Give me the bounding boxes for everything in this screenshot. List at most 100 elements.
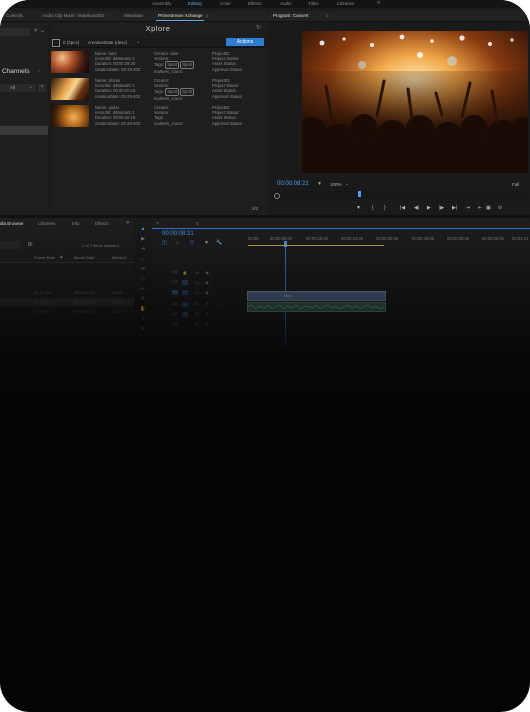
table-row[interactable]: 25.97 fps 00:00:00:00 00:00 bbox=[0, 308, 134, 316]
wrench-icon[interactable]: 🔧 bbox=[216, 240, 222, 246]
program-video-frame[interactable] bbox=[302, 31, 528, 173]
razor-tool-icon[interactable]: ◇ bbox=[139, 276, 147, 282]
step-back-button[interactable]: ◀| bbox=[414, 205, 419, 211]
workspace-tab-editing[interactable]: Editing bbox=[188, 1, 202, 6]
mark-out-button[interactable]: } bbox=[384, 205, 386, 211]
mic-icon[interactable]: ♪ bbox=[214, 312, 220, 317]
add-marker-timeline-icon[interactable]: ▽ bbox=[190, 240, 194, 246]
tag-pill[interactable]: Sport bbox=[165, 88, 180, 96]
pagination[interactable]: 2/2 bbox=[252, 206, 258, 211]
track-label[interactable]: V1 bbox=[172, 290, 178, 295]
solo-icon[interactable]: S bbox=[204, 312, 210, 317]
track-label[interactable]: V3 bbox=[172, 270, 178, 275]
track-eye-icon[interactable]: ◉ bbox=[204, 270, 210, 275]
left-search-input[interactable] bbox=[0, 28, 30, 36]
track-target-toggle[interactable] bbox=[182, 302, 188, 307]
mic-icon[interactable]: ♪ bbox=[214, 302, 220, 307]
result-thumbnail[interactable] bbox=[51, 105, 89, 127]
timeline-timecode[interactable]: 00:00:08:21 bbox=[162, 231, 194, 237]
solo-icon[interactable]: S bbox=[204, 302, 210, 307]
track-label[interactable]: A1 bbox=[172, 302, 178, 307]
tab-effect-controls[interactable]: Controls bbox=[6, 13, 23, 18]
project-more-button[interactable]: » bbox=[126, 220, 129, 226]
mute-icon[interactable]: M bbox=[194, 312, 200, 317]
track-label[interactable]: A3 bbox=[172, 322, 178, 327]
slip-tool-icon[interactable]: ⊢ bbox=[139, 286, 147, 292]
table-row[interactable]: 29.97 fps 00:00:00:00 00:00: bbox=[0, 298, 134, 306]
tab-media-browser[interactable]: dia Browser bbox=[0, 221, 24, 226]
mute-icon[interactable]: M bbox=[194, 302, 200, 307]
tag-pill[interactable]: Sport bbox=[165, 61, 180, 69]
play-button[interactable]: ▶ bbox=[427, 205, 431, 211]
zoom-select[interactable]: 100% bbox=[330, 182, 342, 187]
program-menu-icon[interactable]: ≡ bbox=[326, 13, 329, 18]
tab-libraries[interactable]: Libraries bbox=[38, 221, 55, 226]
bin-icon[interactable]: Bi bbox=[28, 242, 32, 248]
result-thumbnail[interactable] bbox=[51, 51, 89, 73]
track-sync-icon[interactable]: ▭ bbox=[194, 280, 200, 285]
program-timecode[interactable]: 00:00:08:21 bbox=[277, 181, 309, 187]
zoom-tool-icon[interactable]: ⊕ bbox=[139, 326, 147, 332]
result-row[interactable]: Name: drums recordId: d49aca81-1 Duratio… bbox=[50, 77, 266, 101]
snap-icon[interactable]: ◫ bbox=[162, 240, 167, 246]
camera-icon[interactable]: ⊙ bbox=[498, 205, 502, 211]
mute-icon[interactable]: M bbox=[194, 322, 200, 327]
workspace-tab-titles[interactable]: Titles bbox=[308, 1, 319, 6]
filter-select[interactable]: All ⌄ bbox=[0, 84, 36, 92]
workspace-tab-libraries[interactable]: Libraries bbox=[337, 1, 354, 6]
add-marker-button[interactable]: ▼ bbox=[356, 205, 361, 211]
project-search-input[interactable] bbox=[0, 241, 20, 249]
col-media-start[interactable]: Media Start bbox=[74, 255, 94, 260]
work-area-bar[interactable] bbox=[248, 245, 384, 246]
timeline-close-icon[interactable]: × bbox=[156, 221, 159, 227]
left-selected-row[interactable] bbox=[0, 126, 48, 135]
refresh-icon[interactable]: ↻ bbox=[256, 24, 261, 31]
tab-primestream-xchange[interactable]: Primestream Xchange bbox=[158, 13, 203, 18]
go-to-out-button[interactable]: ▶| bbox=[452, 205, 457, 211]
extract-button[interactable]: ⇤ bbox=[478, 205, 482, 211]
quality-select[interactable]: Full bbox=[512, 182, 519, 187]
rolling-tool-icon[interactable]: ↔ bbox=[139, 256, 147, 262]
mic-icon[interactable]: ♪ bbox=[214, 322, 220, 327]
timeline-menu-icon[interactable]: ≡ bbox=[196, 221, 199, 227]
linked-selection-icon[interactable]: ∩ bbox=[176, 240, 180, 246]
tab-program-monitor[interactable]: Program: Concert bbox=[273, 13, 309, 18]
col-frame-rate[interactable]: Frame Rate bbox=[34, 255, 55, 260]
timeline-marker-icon[interactable]: ▼ bbox=[204, 240, 209, 246]
tag-pill[interactable]: Sport bbox=[180, 61, 195, 69]
track-lock-icon[interactable]: 🔒 bbox=[182, 270, 188, 275]
video-clip[interactable]: fans bbox=[247, 291, 386, 301]
track-eye-icon[interactable]: ◉ bbox=[204, 280, 210, 285]
hand-tool-icon[interactable]: ✋ bbox=[139, 306, 147, 312]
track-target-toggle[interactable] bbox=[182, 312, 188, 317]
lift-button[interactable]: ⇥ bbox=[466, 205, 470, 211]
pen-tool-icon[interactable]: ✎ bbox=[139, 296, 147, 302]
tag-pill[interactable]: Sport bbox=[180, 88, 195, 96]
sort-select[interactable]: creationDate (desc) bbox=[88, 40, 127, 45]
tab-audio-clip-mixer[interactable]: Audio Clip Mixer: skateboard02 bbox=[42, 13, 105, 18]
rate-stretch-tool-icon[interactable]: ⇹ bbox=[139, 266, 147, 272]
tab-info[interactable]: Info bbox=[72, 221, 80, 226]
type-tool-icon[interactable]: T bbox=[139, 316, 147, 322]
workspace-tab-color[interactable]: Color bbox=[220, 1, 231, 6]
track-sync-icon[interactable]: ▭ bbox=[194, 270, 200, 275]
workspace-tab-audio[interactable]: Audio bbox=[280, 1, 292, 6]
ripple-tool-icon[interactable]: ⇥ bbox=[139, 246, 147, 252]
workspace-tab-effects[interactable]: Effects bbox=[248, 1, 262, 6]
sort-arrow-icon[interactable]: ▲ bbox=[59, 254, 64, 260]
col-media-end[interactable]: Media E bbox=[112, 255, 127, 260]
chevron-right-icon[interactable]: › bbox=[38, 69, 40, 75]
track-target-toggle[interactable] bbox=[182, 280, 188, 285]
workspace-more-button[interactable]: » bbox=[377, 0, 380, 6]
workspace-tab-assembly[interactable]: Assembly bbox=[152, 1, 172, 6]
step-forward-button[interactable]: |▶ bbox=[439, 205, 444, 211]
track-sync-icon[interactable]: ▭ bbox=[194, 290, 200, 295]
select-all-checkbox[interactable] bbox=[52, 39, 60, 47]
solo-icon[interactable]: S bbox=[204, 322, 210, 327]
result-thumbnail[interactable] bbox=[51, 78, 89, 100]
actions-button[interactable]: Actions bbox=[226, 38, 264, 46]
track-target-toggle[interactable] bbox=[182, 290, 188, 295]
track-select-tool-icon[interactable]: ▶ bbox=[139, 236, 147, 242]
chevron-down-icon[interactable]: ⌄ bbox=[40, 27, 45, 34]
filter-clear-icon[interactable]: × bbox=[38, 84, 46, 92]
